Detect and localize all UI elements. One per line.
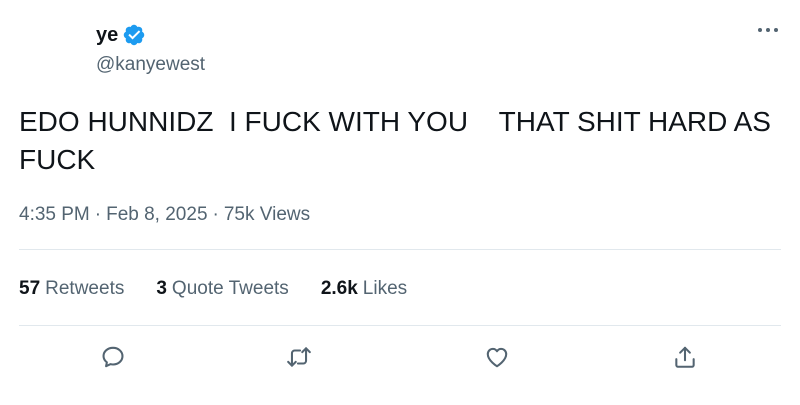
tweet-text: EDO HUNNIDZ I FUCK WITH YOU THAT SHIT HA…	[19, 106, 779, 175]
quote-tweets-stat[interactable]: 3 Quote Tweets	[156, 278, 288, 300]
tweet-card: ye @kanyewest EDO HUNNIDZ I FUCK WITH YO…	[0, 0, 800, 405]
author-handle[interactable]: @kanyewest	[96, 54, 205, 76]
tweet-time[interactable]: 4:35 PM	[19, 204, 90, 225]
retweets-stat[interactable]: 57 Retweets	[19, 278, 124, 300]
meta-separator: ·	[212, 204, 219, 225]
retweet-icon	[287, 347, 311, 367]
likes-count: 2.6k	[320, 278, 358, 299]
verified-badge-icon	[122, 23, 146, 47]
quote-tweets-count: 3	[156, 278, 167, 299]
divider	[19, 325, 781, 326]
name-row: ye	[96, 22, 205, 48]
author-display-name[interactable]: ye	[96, 24, 118, 47]
tweet-date[interactable]: Feb 8, 2025	[106, 204, 207, 225]
reply-icon	[102, 346, 124, 368]
share-icon	[675, 346, 695, 368]
quote-tweets-label: Quote Tweets	[171, 278, 289, 299]
more-options-button[interactable]	[754, 18, 782, 42]
like-icon	[486, 347, 508, 368]
meta-separator: ·	[94, 204, 102, 225]
share-button[interactable]	[668, 340, 702, 374]
divider	[19, 249, 781, 250]
retweet-button[interactable]	[282, 340, 316, 374]
author-block: ye @kanyewest	[96, 22, 205, 76]
likes-stat[interactable]: 2.6k Likes	[321, 278, 407, 300]
likes-label: Likes	[362, 278, 408, 299]
like-button[interactable]	[480, 340, 514, 374]
reply-button[interactable]	[96, 340, 130, 374]
action-bar	[0, 340, 800, 374]
retweets-label: Retweets	[45, 278, 125, 299]
more-horizontal-icon	[758, 28, 778, 32]
retweets-count: 57	[19, 278, 41, 299]
views-label: Views	[259, 204, 311, 225]
views-count: 75k	[223, 204, 255, 225]
engagement-stats: 57 Retweets 3 Quote Tweets 2.6k Likes	[19, 278, 439, 300]
tweet-meta: 4:35 PM · Feb 8, 2025 · 75k Views	[19, 204, 310, 226]
